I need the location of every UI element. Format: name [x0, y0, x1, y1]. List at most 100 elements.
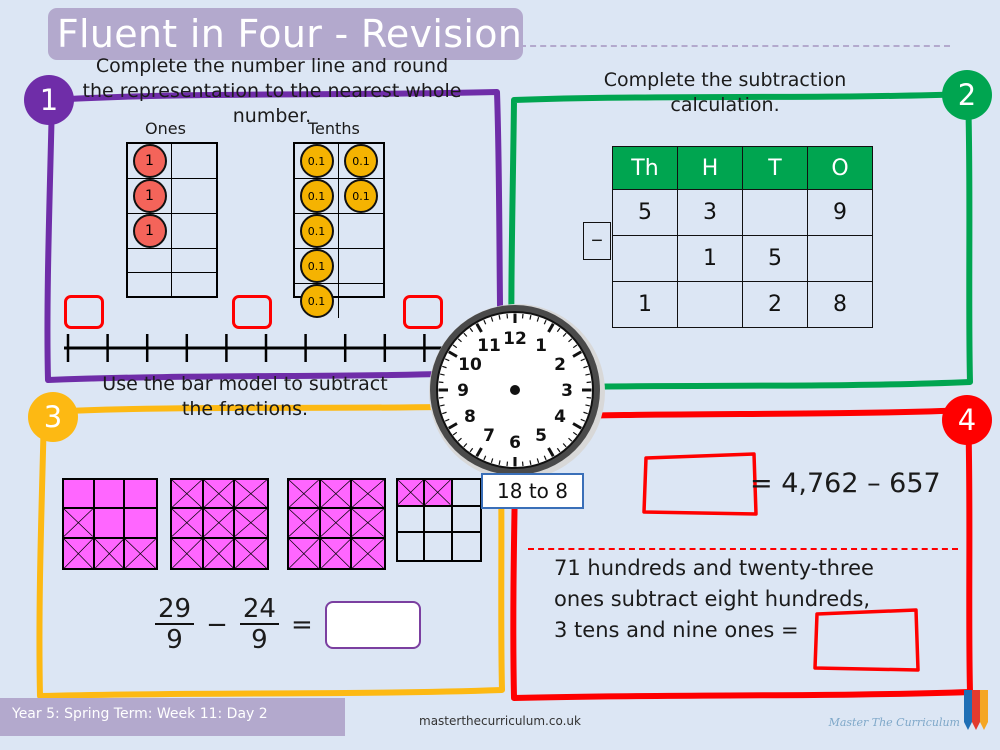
cross-icon [321, 480, 351, 507]
cross-icon [321, 509, 351, 536]
table-header-t: T [742, 146, 808, 190]
clock-numeral: 6 [509, 433, 521, 453]
ten-frame-cell [172, 249, 216, 273]
bar-model-cell [235, 480, 267, 510]
clock-numeral: 11 [477, 336, 501, 356]
cross-icon [352, 480, 384, 507]
cross-icon [172, 509, 202, 536]
section-badge-1: 1 [24, 75, 74, 125]
bar-model-cell [125, 538, 156, 568]
brand-logo-icon [964, 690, 988, 730]
cross-icon [172, 539, 202, 568]
ten-frame-cell [339, 214, 383, 249]
bar-model-2 [170, 478, 269, 570]
fraction-second-denominator: 9 [251, 625, 268, 656]
table-row: 53 9 [612, 189, 873, 236]
ten-frame-cell [172, 273, 216, 297]
cross-icon [95, 539, 124, 568]
cross-icon [204, 509, 234, 536]
tenths-counter: 0.1 [299, 249, 334, 283]
clock-numeral: 10 [458, 355, 482, 375]
cross-icon [235, 539, 267, 568]
ten-frame-cell: 0.1 [295, 214, 339, 249]
bar-model-cell [398, 533, 426, 560]
bar-model-cell [64, 509, 95, 539]
cross-icon [289, 509, 319, 536]
bar-model-cell [352, 538, 384, 568]
cross-icon [235, 480, 267, 507]
number-line [64, 334, 468, 362]
section-1-instruction: Complete the number line and round the r… [82, 55, 462, 127]
ten-frame-cell [172, 144, 216, 179]
clock-numeral: 7 [483, 426, 495, 446]
section-3-instruction: Use the bar model to subtract the fracti… [102, 373, 388, 420]
table-cell-blank[interactable] [742, 189, 808, 236]
ones-counter: 1 [132, 179, 167, 213]
analog-clock: 12 1 2 3 4 5 6 7 8 9 10 11 [427, 302, 607, 482]
ten-frame-cell: 0.1 [339, 144, 383, 179]
bar-model-cell [398, 480, 426, 507]
clock-numeral: 2 [554, 355, 566, 375]
title-divider [520, 45, 950, 47]
fraction-second: 24 9 [239, 595, 279, 656]
ten-frame-cell [172, 179, 216, 214]
fraction-answer-box[interactable] [324, 601, 421, 650]
ten-frame-cell: 0.1 [295, 284, 339, 318]
fraction-equals: = [290, 610, 313, 641]
bar-model-cell [352, 509, 384, 539]
number-line-answer-box-1[interactable] [64, 295, 104, 329]
section-badge-3: 3 [28, 392, 78, 442]
brand-name: Master The Curriculum [828, 716, 960, 729]
bar-model-cell [203, 509, 236, 539]
table-cell: 5 [742, 235, 808, 282]
cross-icon [64, 539, 93, 568]
tenths-counter: 0.1 [344, 144, 378, 178]
section-4-divider [528, 548, 958, 550]
section-2-instruction: Complete the subtraction calculation. [603, 69, 847, 116]
ten-frame-cell [339, 284, 383, 318]
cross-icon [425, 480, 450, 505]
bar-model-4 [396, 478, 482, 562]
bar-model-cell [235, 509, 267, 539]
table-header-h: H [677, 146, 743, 190]
fraction-second-numerator: 24 [239, 595, 279, 626]
word-problem-line-1: 71 hundreds and twenty-three [554, 556, 874, 580]
section-4-answer-box-top[interactable] [640, 450, 760, 520]
clock-numeral: 8 [464, 407, 476, 427]
table-cell-blank[interactable] [807, 235, 873, 282]
ten-frame-cell [128, 272, 172, 296]
table-cell: 8 [807, 281, 873, 328]
ten-frame-cell [339, 249, 383, 284]
clock-numeral: 4 [554, 407, 566, 427]
bar-model-cell [289, 480, 321, 510]
ten-frame-cell: 0.1 [339, 179, 383, 214]
bar-model-cell [352, 480, 384, 510]
bar-model-cell [94, 480, 126, 510]
worksheet-page: Fluent in Four - Revision 1 2 3 4 Comple… [0, 0, 1000, 750]
clock-numeral: 12 [503, 329, 527, 349]
number-line-answer-box-2[interactable] [232, 295, 272, 329]
cross-icon [352, 509, 384, 536]
cross-icon [172, 480, 202, 507]
ten-frame-cell: 0.1 [295, 249, 339, 284]
table-cell-blank[interactable] [612, 235, 678, 282]
cross-icon [64, 509, 93, 536]
table-cell: 9 [807, 189, 873, 236]
bar-model-cell [425, 506, 453, 534]
bar-model-cell [425, 480, 453, 507]
fraction-equation: 29 9 − 24 9 = [155, 595, 421, 656]
bar-model-cell [203, 538, 236, 568]
bar-model-cell [452, 507, 480, 534]
fraction-first-denominator: 9 [166, 625, 183, 656]
bar-model-3 [287, 478, 386, 570]
bar-model-cell [64, 480, 95, 510]
tenths-counter: 0.1 [344, 179, 378, 213]
ten-frame-cell: 0.1 [295, 179, 339, 214]
cross-icon [398, 480, 423, 505]
cross-icon [204, 539, 234, 568]
bar-model-cell [320, 509, 353, 539]
section-4-answer-box-bottom[interactable] [812, 608, 922, 676]
ten-frame-cell: 1 [128, 144, 172, 179]
table-cell-blank[interactable] [677, 281, 743, 328]
bar-model-cell [320, 538, 353, 568]
